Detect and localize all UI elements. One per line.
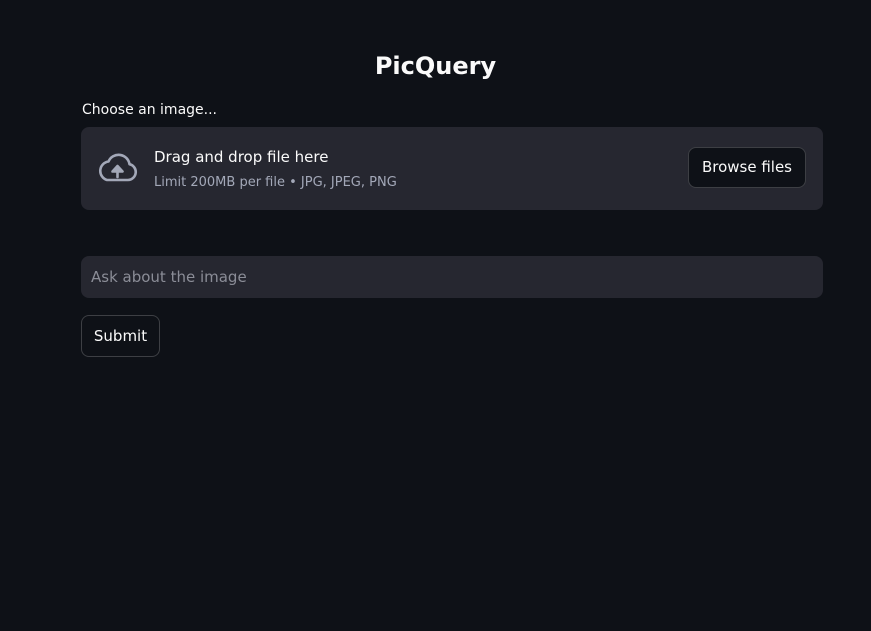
app-root: PicQuery Choose an image... Drag and dro… [0, 0, 871, 631]
question-input[interactable] [81, 256, 823, 298]
dropzone-instructions: Drag and drop file here Limit 200MB per … [154, 146, 397, 193]
file-limit-text: Limit 200MB per file • JPG, JPEG, PNG [154, 175, 397, 190]
submit-button[interactable]: Submit [81, 315, 160, 357]
uploader-label: Choose an image... [82, 102, 217, 118]
cloud-upload-icon [96, 151, 138, 185]
browse-files-button[interactable]: Browse files [687, 147, 806, 188]
dropzone-title: Drag and drop file here [154, 148, 329, 166]
file-dropzone[interactable]: Drag and drop file here Limit 200MB per … [81, 127, 823, 210]
page-title: PicQuery [374, 52, 497, 80]
